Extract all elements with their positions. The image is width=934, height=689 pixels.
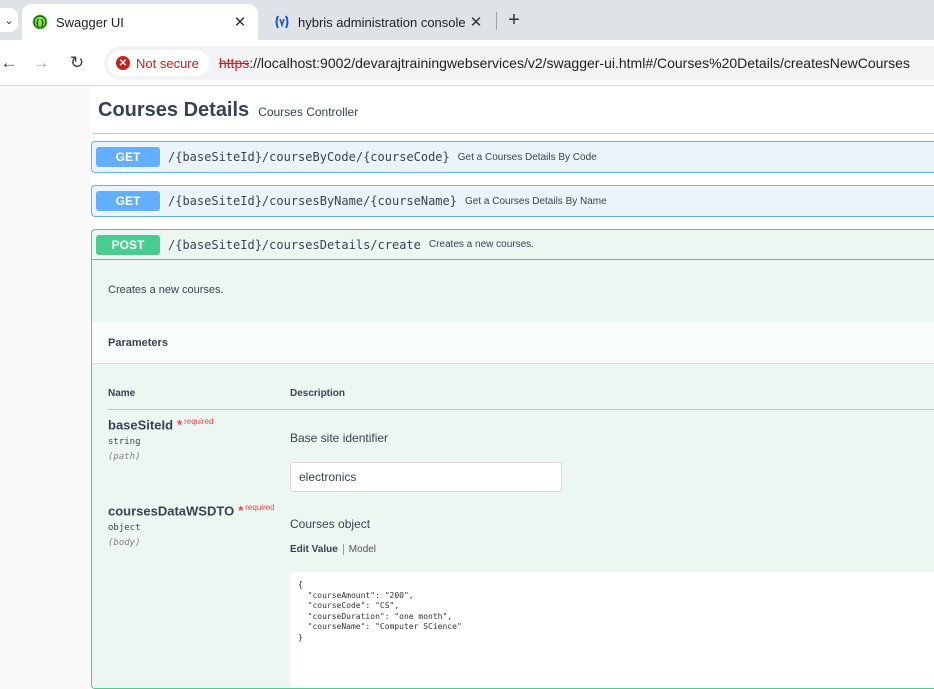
- param-name-text: baseSiteId: [108, 417, 174, 433]
- operation-path: /{baseSiteId}/coursesByName/{courseName}: [168, 194, 457, 208]
- param-type: string: [108, 437, 141, 447]
- required-asterisk: *: [177, 417, 183, 433]
- parameters-title: Parameters: [108, 336, 168, 349]
- required-asterisk: *: [238, 503, 244, 519]
- tab-model[interactable]: Model: [349, 544, 376, 555]
- column-header-description: Description: [290, 388, 346, 399]
- method-badge: POST: [96, 234, 160, 255]
- section-header[interactable]: Courses Details Courses Controller: [98, 99, 358, 122]
- operation-summary[interactable]: POST /{baseSiteId}/coursesDetails/create…: [92, 230, 934, 260]
- url-scheme: https: [218, 55, 250, 71]
- section-title: Courses Details: [98, 99, 250, 121]
- section-divider: [92, 133, 934, 134]
- operation-path: /{baseSiteId}/coursesDetails/create: [168, 237, 421, 252]
- param-description: Base site identifier: [290, 431, 389, 445]
- reload-icon[interactable]: ↻: [66, 52, 88, 74]
- operation-post-create-courses: POST /{baseSiteId}/coursesDetails/create…: [91, 229, 934, 689]
- operation-summary-text: Get a Courses Details By Name: [464, 195, 607, 207]
- new-tab-icon[interactable]: +: [502, 8, 526, 32]
- column-header-name: Name: [108, 388, 136, 399]
- page-gutter: [0, 87, 90, 683]
- browser-toolbar: ← → ↻ ✕ Not secure https://localhost:900…: [0, 40, 934, 86]
- url-rest: ://localhost:9002/devarajtrainingwebserv…: [249, 55, 910, 71]
- tab-title: hybris administration console |: [298, 14, 466, 30]
- param-location: (path): [108, 452, 141, 462]
- tab-divider: [496, 12, 497, 30]
- swagger-icon: {}: [32, 14, 48, 30]
- section-subtitle: Courses Controller: [258, 105, 359, 119]
- body-json-editor[interactable]: { "courseAmount": "200", "courseCode": "…: [290, 572, 934, 688]
- tab-swagger-ui[interactable]: {} Swagger UI ✕: [22, 4, 258, 40]
- param-name-basesiteid: baseSiteId * required: [108, 417, 213, 432]
- operation-get-course-by-code[interactable]: GET /{baseSiteId}/courseByCode/{courseCo…: [91, 141, 934, 173]
- url-text[interactable]: https://localhost:9002/devarajtrainingwe…: [219, 55, 910, 71]
- basesiteid-input[interactable]: [290, 462, 562, 492]
- not-secure-icon: ✕: [116, 56, 130, 70]
- not-secure-label: Not secure: [136, 55, 199, 71]
- tab-hybris-console[interactable]: hybris administration console | ✕: [264, 4, 494, 40]
- swagger-page: Courses Details Courses Controller GET /…: [0, 87, 934, 689]
- operation-path: /{baseSiteId}/courseByCode/{courseCode}: [168, 150, 450, 164]
- tab-search-dropdown-icon[interactable]: ⌄: [0, 8, 18, 32]
- method-badge: GET: [96, 191, 160, 211]
- operation-get-courses-by-name[interactable]: GET /{baseSiteId}/coursesByName/{courseN…: [91, 185, 934, 217]
- operation-summary-text: Creates a new courses.: [428, 239, 534, 250]
- body-view-tabs: Edit Value Model: [290, 544, 376, 555]
- operation-summary[interactable]: GET /{baseSiteId}/courseByCode/{courseCo…: [92, 142, 934, 172]
- param-description: Courses object: [290, 517, 371, 531]
- tab-edit-value[interactable]: Edit Value: [290, 544, 338, 555]
- param-name-text: coursesDataWSDTO: [108, 503, 235, 519]
- table-header-divider: [108, 409, 934, 410]
- forward-arrow-icon[interactable]: →: [30, 52, 52, 74]
- parameters-header: Parameters: [92, 322, 934, 364]
- back-arrow-icon[interactable]: ←: [0, 52, 20, 74]
- hybris-icon: [275, 15, 289, 29]
- browser-tab-strip: ⌄ {} Swagger UI ✕ hybris administration …: [0, 0, 934, 40]
- param-type: object: [108, 523, 141, 533]
- operation-summary-text: Get a Courses Details By Code: [457, 151, 597, 163]
- close-icon[interactable]: ✕: [230, 12, 250, 32]
- method-badge: GET: [96, 147, 160, 167]
- param-name-coursesdatawsdto: coursesDataWSDTO * required: [108, 503, 275, 518]
- operation-summary[interactable]: GET /{baseSiteId}/coursesByName/{courseN…: [92, 186, 934, 216]
- tab-divider: [342, 544, 344, 555]
- tab-title: Swagger UI: [56, 14, 124, 30]
- svg-text:{}: {}: [35, 18, 45, 27]
- address-bar[interactable]: ✕ Not secure https://localhost:9002/deva…: [104, 46, 934, 80]
- close-icon[interactable]: ✕: [466, 12, 486, 32]
- required-label: required: [184, 417, 214, 426]
- security-chip[interactable]: ✕ Not secure: [108, 50, 209, 76]
- param-location: (body): [108, 538, 141, 548]
- operation-description: Creates a new courses.: [108, 284, 224, 296]
- required-label: required: [245, 503, 275, 512]
